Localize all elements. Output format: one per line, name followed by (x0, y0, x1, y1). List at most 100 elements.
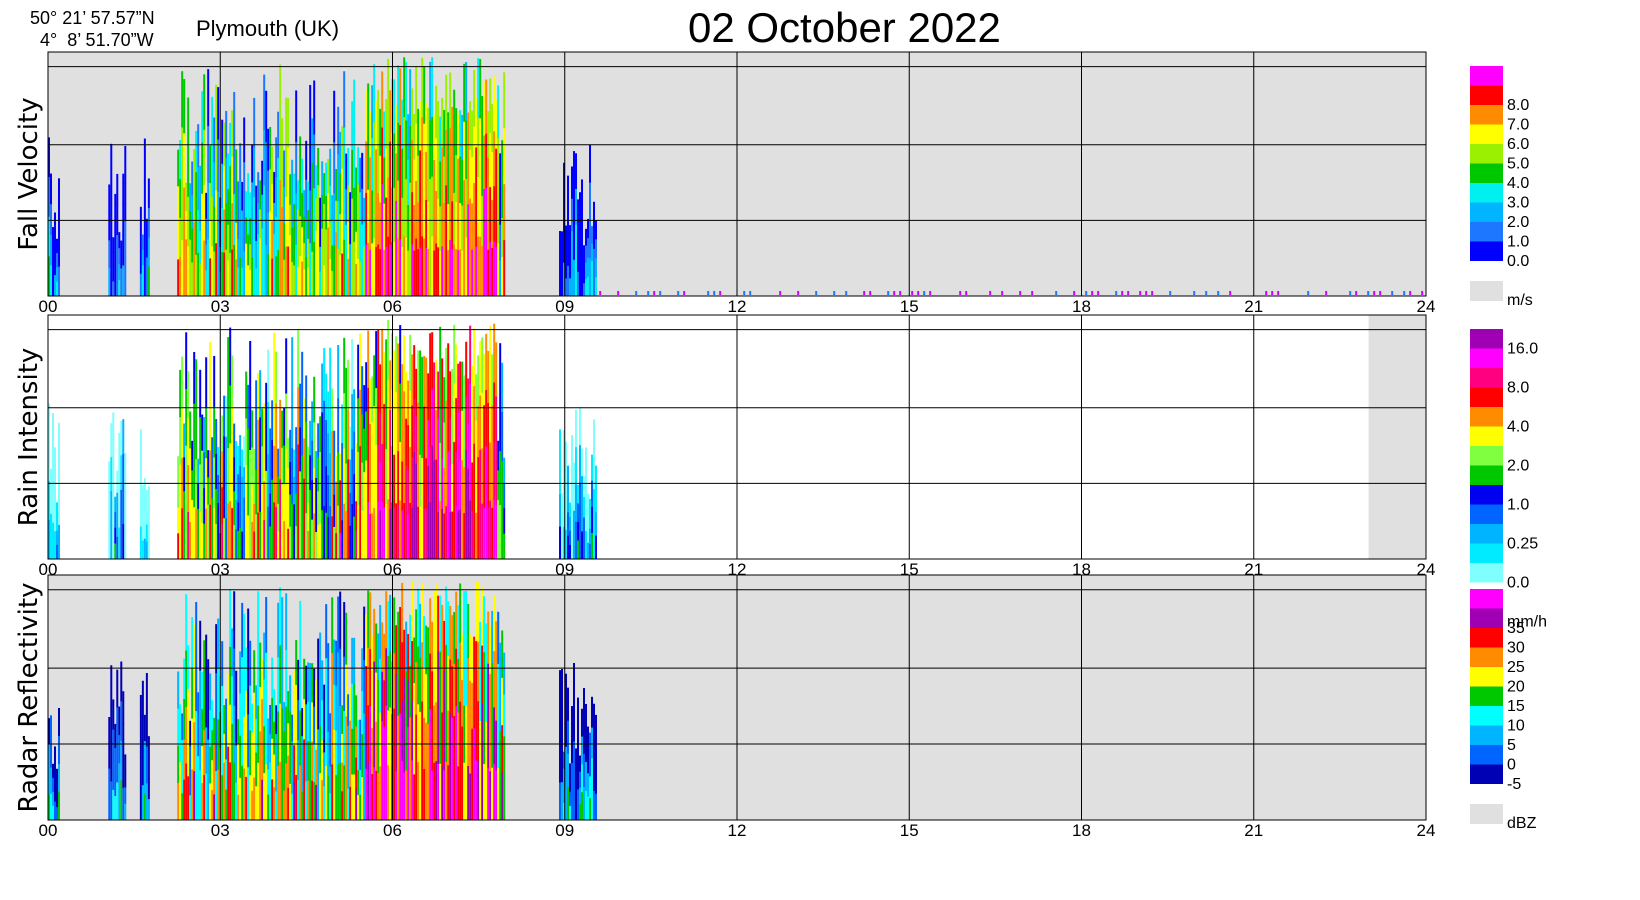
data-cell (469, 442, 472, 502)
data-cell (247, 714, 250, 768)
data-cell (579, 192, 582, 219)
data-cell (395, 625, 398, 675)
data-cell (311, 519, 314, 560)
data-cell (265, 652, 268, 710)
data-cell (567, 265, 570, 297)
data-cell (207, 125, 210, 184)
data-cell (257, 203, 260, 235)
data-cell (235, 149, 238, 187)
data-cell (439, 500, 442, 560)
data-cell (573, 151, 576, 188)
data-cell (259, 642, 262, 688)
data-cell (181, 713, 184, 741)
data-cell (207, 779, 210, 821)
data-cell (389, 244, 392, 297)
colorbar-label: 15 (1507, 698, 1525, 715)
data-cell (118, 232, 121, 249)
data-cell (217, 531, 220, 560)
data-cell (120, 420, 123, 456)
data-cell (409, 125, 412, 184)
data-cell (461, 410, 464, 461)
data-cell (289, 675, 292, 713)
data-cell (231, 772, 234, 821)
data-cell (581, 208, 584, 239)
data-cell (251, 258, 254, 297)
data-cell (335, 507, 338, 534)
data-cell (359, 226, 362, 262)
data-cell (124, 453, 127, 481)
data-cell (565, 500, 568, 531)
data-cell (110, 525, 113, 560)
data-cell (433, 590, 436, 649)
data-cell (357, 770, 360, 796)
data-cell (497, 190, 500, 244)
data-cell (567, 465, 570, 490)
data-cell (469, 680, 472, 728)
data-cell (305, 421, 308, 468)
data-cell (145, 524, 148, 543)
data-cell (583, 753, 586, 788)
data-cell (327, 731, 330, 777)
data-cell (413, 452, 416, 507)
data-cell (295, 90, 298, 143)
data-cell (381, 501, 384, 560)
data-cell (485, 79, 488, 135)
data-cell (315, 478, 318, 506)
data-cell (321, 461, 324, 511)
data-cell (415, 238, 418, 297)
data-cell (467, 423, 470, 470)
data-cell (141, 265, 144, 282)
data-cell (417, 155, 420, 203)
data-cell (58, 736, 60, 765)
data-cell (215, 418, 218, 455)
data-cell (261, 408, 264, 447)
data-cell (315, 505, 318, 533)
data-cell (899, 291, 902, 295)
data-cell (367, 762, 370, 821)
data-cell (285, 706, 288, 764)
data-cell (405, 418, 408, 466)
data-cell (231, 203, 234, 251)
data-cell (207, 659, 210, 700)
data-cell (227, 224, 230, 261)
data-cell (247, 234, 250, 266)
data-cell (221, 163, 224, 209)
data-cell (289, 462, 292, 495)
data-cell (141, 503, 144, 523)
data-cell (365, 614, 368, 667)
data-cell (145, 541, 148, 560)
data-cell (255, 268, 258, 297)
data-cell (327, 687, 330, 733)
data-cell (187, 97, 190, 148)
data-cell (345, 224, 348, 261)
data-cell (108, 742, 111, 770)
data-cell (195, 409, 198, 460)
data-cell (485, 623, 488, 674)
data-cell (124, 145, 127, 184)
data-cell (223, 166, 226, 210)
data-cell (271, 400, 274, 441)
data-cell (295, 193, 298, 246)
data-cell (118, 763, 121, 793)
data-cell (589, 754, 592, 777)
data-cell (327, 775, 330, 821)
data-cell (345, 664, 348, 717)
data-cell (337, 708, 340, 765)
data-cell (267, 128, 270, 172)
data-cell (373, 661, 376, 715)
data-cell (223, 252, 226, 297)
data-cell (405, 179, 408, 239)
data-cell (573, 534, 576, 560)
data-cell (497, 470, 500, 501)
data-cell (567, 687, 570, 722)
data-cell (285, 448, 288, 505)
data-cell (815, 291, 818, 295)
data-cell (349, 426, 352, 461)
data-cell (481, 246, 484, 297)
data-cell (112, 485, 115, 523)
data-cell (385, 339, 388, 395)
data-cell (116, 514, 119, 538)
data-cell (341, 126, 344, 170)
data-cell (299, 600, 302, 657)
data-cell (295, 639, 298, 686)
